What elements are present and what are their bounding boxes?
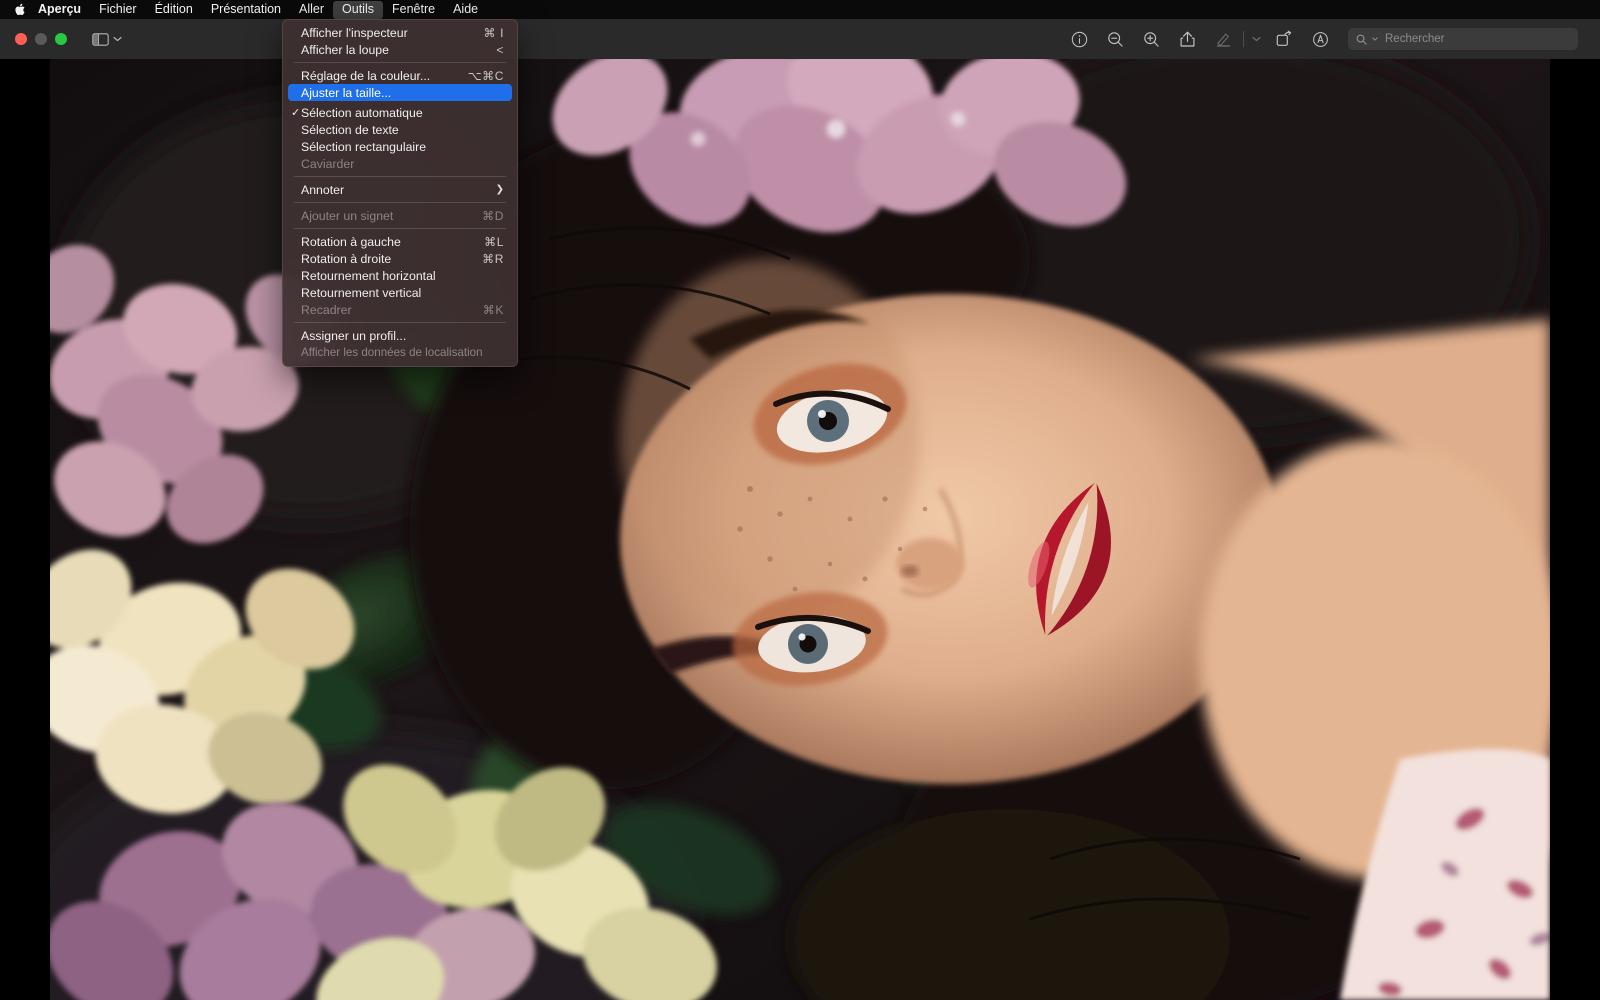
menubar-item-apercu[interactable]: Aperçu bbox=[29, 1, 90, 19]
menu-item-label: Ajuster la taille... bbox=[301, 85, 392, 100]
menu-item-reglage-couleur[interactable]: Réglage de la couleur... ⌥⌘C bbox=[288, 67, 512, 84]
menu-item-ajuster-taille[interactable]: Ajuster la taille... bbox=[288, 84, 512, 101]
menubar-item-aide[interactable]: Aide bbox=[444, 1, 487, 19]
menu-item-label: Caviarder bbox=[301, 156, 355, 171]
menu-item-shortcut: ⌘D bbox=[482, 208, 504, 223]
window-traffic-lights bbox=[15, 33, 67, 45]
search-placeholder: Rechercher bbox=[1385, 33, 1445, 45]
toolbar-actions: Rechercher bbox=[1061, 26, 1600, 52]
menu-item-shortcut: ⌘R bbox=[482, 251, 504, 266]
menu-item-label: Rotation à gauche bbox=[301, 234, 401, 249]
menu-item-retournement-vertical[interactable]: Retournement vertical bbox=[288, 284, 512, 301]
menu-item-afficher-loupe[interactable]: Afficher la loupe < bbox=[288, 41, 512, 58]
menu-item-afficher-inspecteur[interactable]: Afficher l'inspecteur ⌘ I bbox=[288, 24, 512, 41]
menubar-item-fichier[interactable]: Fichier bbox=[90, 1, 146, 19]
menu-item-afficher-donnees-localisation: Afficher les données de localisation bbox=[288, 344, 512, 361]
close-button[interactable] bbox=[15, 33, 27, 45]
menu-separator bbox=[294, 202, 506, 203]
chevron-right-icon: ❯ bbox=[495, 184, 504, 195]
menu-item-retournement-horizontal[interactable]: Retournement horizontal bbox=[288, 267, 512, 284]
menu-item-ajouter-signet: Ajouter un signet ⌘D bbox=[288, 207, 512, 224]
menu-item-shortcut: ⌘L bbox=[484, 234, 504, 249]
menu-item-caviarder: Caviarder bbox=[288, 155, 512, 172]
menu-item-label: Rotation à droite bbox=[301, 251, 392, 266]
menu-item-label: Ajouter un signet bbox=[301, 208, 394, 223]
menu-item-label: Sélection automatique bbox=[301, 105, 423, 120]
menu-separator bbox=[294, 62, 506, 63]
zoom-button[interactable] bbox=[55, 33, 67, 45]
annotate-icon[interactable] bbox=[1302, 26, 1338, 52]
menubar-item-edition[interactable]: Édition bbox=[146, 1, 202, 19]
menubar-item-presentation[interactable]: Présentation bbox=[202, 1, 290, 19]
menu-item-label: Afficher la loupe bbox=[301, 42, 389, 57]
menu-item-shortcut: ⌥⌘C bbox=[467, 68, 504, 83]
menu-item-label: Sélection rectangulaire bbox=[301, 139, 427, 154]
sidebar-icon bbox=[92, 32, 109, 46]
checkmark-icon: ✓ bbox=[291, 107, 301, 119]
zoom-out-icon[interactable] bbox=[1097, 26, 1133, 52]
menu-item-shortcut: < bbox=[496, 42, 504, 57]
chevron-down-icon[interactable] bbox=[1246, 26, 1266, 52]
menu-item-label: Retournement vertical bbox=[301, 285, 422, 300]
menu-item-label: Afficher l'inspecteur bbox=[301, 25, 408, 40]
menu-item-label: Recadrer bbox=[301, 302, 352, 317]
outils-dropdown-menu[interactable]: Afficher l'inspecteur ⌘ I Afficher la lo… bbox=[282, 19, 518, 367]
menu-item-shortcut: ⌘K bbox=[482, 302, 504, 317]
menu-item-rotation-droite[interactable]: Rotation à droite ⌘R bbox=[288, 250, 512, 267]
search-field[interactable]: Rechercher bbox=[1348, 28, 1578, 50]
menu-item-recadrer: Recadrer ⌘K bbox=[288, 301, 512, 318]
menubar-item-fenetre[interactable]: Fenêtre bbox=[383, 1, 444, 19]
menu-item-selection-automatique[interactable]: ✓ Sélection automatique bbox=[288, 104, 512, 121]
menu-item-selection-rectangulaire[interactable]: Sélection rectangulaire bbox=[288, 138, 512, 155]
document-canvas[interactable] bbox=[0, 59, 1600, 1000]
markup-icon[interactable] bbox=[1205, 26, 1241, 52]
sidebar-toggle-button[interactable] bbox=[92, 32, 122, 46]
rotate-icon[interactable] bbox=[1266, 26, 1302, 52]
window-toolbar: Rechercher bbox=[0, 19, 1600, 59]
menu-separator bbox=[294, 176, 506, 177]
menu-item-label: Assigner un profil... bbox=[301, 328, 407, 343]
menu-separator bbox=[294, 322, 506, 323]
menu-item-shortcut: ⌘ I bbox=[483, 25, 504, 40]
toolbar-divider bbox=[1243, 31, 1244, 47]
apple-logo-icon[interactable] bbox=[12, 1, 27, 18]
menu-item-annoter[interactable]: Annoter ❯ bbox=[288, 181, 512, 198]
menu-item-rotation-gauche[interactable]: Rotation à gauche ⌘L bbox=[288, 233, 512, 250]
share-icon[interactable] bbox=[1169, 26, 1205, 52]
chevron-down-icon[interactable] bbox=[1371, 35, 1379, 43]
menu-item-label: Afficher les données de localisation bbox=[301, 346, 483, 359]
minimize-button[interactable] bbox=[35, 33, 47, 45]
info-icon[interactable] bbox=[1061, 26, 1097, 52]
chevron-down-icon[interactable] bbox=[113, 36, 122, 42]
menu-bar: Aperçu Fichier Édition Présentation Alle… bbox=[0, 0, 1600, 19]
desktop-screen: Aperçu Fichier Édition Présentation Alle… bbox=[0, 0, 1600, 1000]
search-icon bbox=[1355, 33, 1368, 46]
photo-image[interactable] bbox=[50, 59, 1550, 1000]
menu-item-label: Retournement horizontal bbox=[301, 268, 436, 283]
menu-separator bbox=[294, 228, 506, 229]
menubar-item-outils[interactable]: Outils bbox=[333, 0, 383, 19]
menu-item-label: Réglage de la couleur... bbox=[301, 68, 431, 83]
menubar-item-aller[interactable]: Aller bbox=[290, 1, 333, 19]
zoom-in-icon[interactable] bbox=[1133, 26, 1169, 52]
menu-item-assigner-profil[interactable]: Assigner un profil... bbox=[288, 327, 512, 344]
menu-item-label: Annoter bbox=[301, 182, 345, 197]
menu-item-label: Sélection de texte bbox=[301, 122, 399, 137]
menu-item-selection-texte[interactable]: Sélection de texte bbox=[288, 121, 512, 138]
